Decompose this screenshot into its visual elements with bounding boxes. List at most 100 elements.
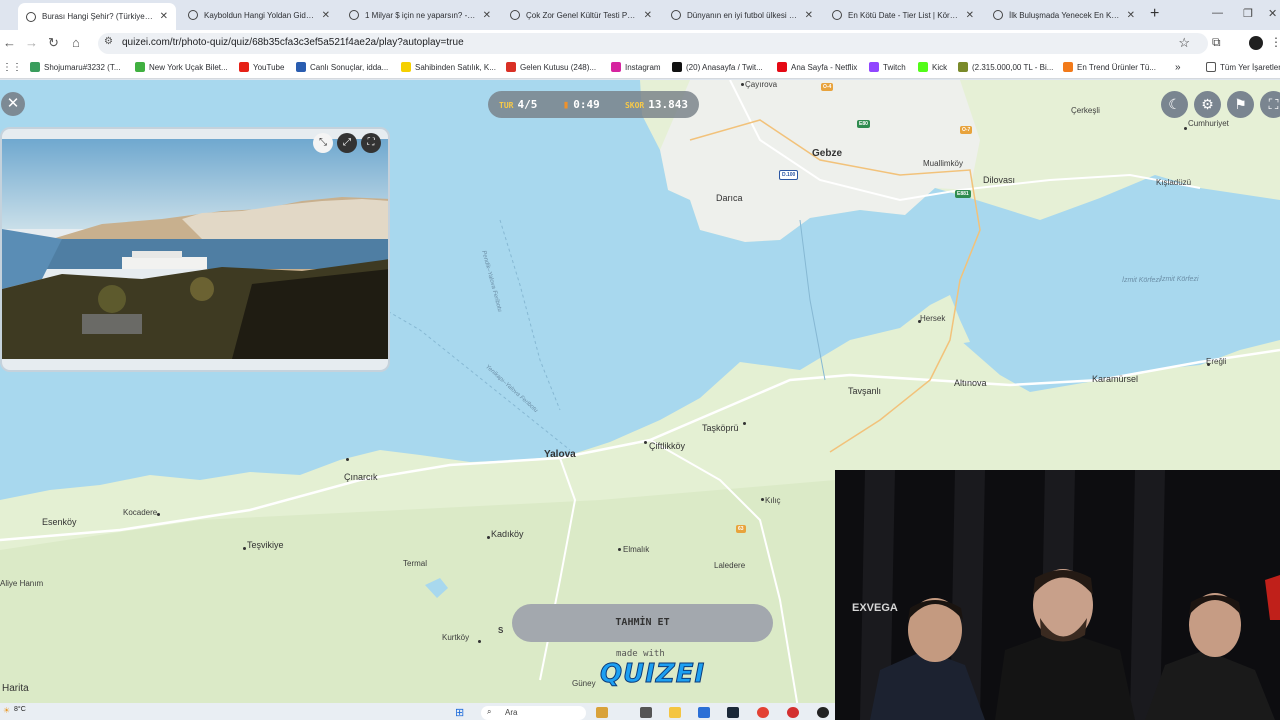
bookmark[interactable]: Twitch — [869, 62, 906, 72]
reload-icon[interactable]: ↻ — [48, 35, 59, 51]
all-bookmarks-folder[interactable]: Tüm Yer İşaretleri — [1206, 62, 1280, 72]
restore-icon[interactable]: ❐ — [1243, 7, 1253, 20]
place-label: Çınarcık — [344, 472, 378, 482]
bookmark-label: Sahibinden Satılık, K... — [415, 62, 496, 72]
close-tab-icon[interactable]: ✕ — [160, 11, 168, 22]
bookmark[interactable]: Canlı Sonuçlar, idda... — [296, 62, 388, 72]
place-label: Taşköprü — [702, 423, 739, 433]
back-icon[interactable]: ← — [3, 35, 16, 50]
exvega-sign: EXVEGA — [852, 602, 898, 614]
collapse-photo-button[interactable]: ⤡ — [313, 133, 333, 153]
task-view-icon[interactable] — [640, 707, 652, 718]
bookmark[interactable]: Shojumaru#3232 (T... — [30, 62, 121, 72]
menu-icon[interactable]: ⋮ — [1270, 35, 1280, 49]
bookmark[interactable]: (2.315.000,00 TL - Bi... — [958, 62, 1053, 72]
dark-mode-button[interactable]: ☾ — [1161, 91, 1188, 118]
bookmark[interactable]: Ana Sayfa - Netflix — [777, 62, 857, 72]
address-bar[interactable]: ⚙ quizei.com/tr/photo-quiz/quiz/68b35cfa… — [98, 33, 1208, 54]
ferry-deck — [132, 251, 182, 258]
url-text[interactable]: quizei.com/tr/photo-quiz/quiz/68b35cfa3c… — [122, 37, 464, 48]
bookmark[interactable]: Sahibinden Satılık, K... — [401, 62, 496, 72]
place-dot — [487, 536, 490, 539]
extensions-icon[interactable]: ⧉ — [1212, 35, 1221, 50]
place-label: Darıca — [716, 193, 743, 203]
tab-active[interactable]: Burası Hangi Şehir? (Türkiye) - Q ✕ — [18, 3, 176, 30]
place-label: Yalova — [544, 449, 576, 460]
forward-icon[interactable]: → — [25, 35, 38, 50]
search-icon: ⌕ — [487, 707, 492, 716]
bookmark[interactable]: New York Uçak Bilet... — [135, 62, 228, 72]
bookmark-label: Shojumaru#3232 (T... — [44, 62, 121, 72]
fullscreen-button[interactable]: ⛶ — [1260, 91, 1280, 118]
close-tab-icon[interactable]: ✕ — [644, 10, 652, 21]
tab-title: İlk Buluşmada Yenecek En Kötü — [1009, 10, 1121, 20]
water-label: İzmit Körfezi — [1122, 277, 1161, 284]
new-tab-button[interactable]: + — [1150, 5, 1159, 23]
minimize-icon[interactable]: — — [1212, 7, 1223, 19]
bookmark[interactable]: YouTube — [239, 62, 284, 72]
weather-widget[interactable]: 8°C — [14, 706, 26, 713]
windows-start-icon[interactable]: ⊞ — [455, 706, 464, 719]
taskbar-app-icon[interactable] — [596, 707, 608, 718]
site-info-icon[interactable]: ⚙ — [104, 36, 113, 47]
close-tab-icon[interactable]: ✕ — [805, 10, 813, 21]
photo-panel[interactable] — [0, 127, 390, 372]
guess-button[interactable]: TAHMİN ET — [512, 604, 773, 642]
bookmark[interactable]: Kick — [918, 62, 947, 72]
close-tab-icon[interactable]: ✕ — [483, 10, 491, 21]
home-icon[interactable]: ⌂ — [72, 35, 80, 50]
place-dot — [1184, 127, 1187, 130]
globe-icon — [349, 10, 359, 20]
taskbar-search[interactable]: Ara — [481, 706, 586, 720]
photo-fullscreen-button[interactable]: ⛶ — [361, 133, 381, 153]
bookmark-label: Gelen Kutusu (248)... — [520, 62, 597, 72]
report-button[interactable]: ⚑ — [1227, 91, 1254, 118]
folder-icon — [1206, 62, 1216, 72]
expand-photo-button[interactable]: ⤢ — [337, 133, 357, 153]
quiz-hud: TUR 4/5 ▮ 0:49 SKOR 13.843 — [488, 91, 699, 118]
place-label: S — [498, 626, 504, 635]
steam-icon[interactable] — [727, 707, 739, 718]
tree — [190, 277, 214, 301]
profile-avatar[interactable] — [1249, 36, 1263, 50]
close-tab-icon[interactable]: ✕ — [1127, 10, 1135, 21]
store-icon[interactable] — [698, 707, 710, 718]
close-quiz-button[interactable]: ✕ — [1, 92, 25, 116]
obs-icon[interactable] — [817, 707, 829, 718]
location-photo[interactable] — [2, 139, 390, 359]
gear-icon: ⚙ — [1201, 96, 1214, 112]
bookmark[interactable]: Gelen Kutusu (248)... — [506, 62, 596, 72]
tab[interactable]: En Kötü Date - Tier List | Kör Sö ✕ — [824, 3, 982, 27]
bookmark-star-icon[interactable]: ☆ — [1178, 35, 1190, 51]
tab[interactable]: Çok Zor Genel Kültür Testi Parti ✕ — [502, 3, 660, 27]
close-tab-icon[interactable]: ✕ — [966, 10, 974, 21]
bookmark[interactable]: Instagram — [611, 62, 661, 72]
round-value: 4/5 — [517, 98, 538, 111]
tab[interactable]: Kayboldun Hangi Yoldan Giders ✕ — [180, 3, 338, 27]
quizei-logo[interactable]: QUIZEI — [599, 659, 705, 690]
file-explorer-icon[interactable] — [669, 707, 681, 718]
tab[interactable]: Dünyanın en iyi futbol ülkesi - C ✕ — [663, 3, 821, 27]
tab[interactable]: 1 Milyar $ için ne yaparsın? - Te ✕ — [341, 3, 499, 27]
globe-icon — [26, 11, 36, 22]
settings-button[interactable]: ⚙ — [1194, 91, 1221, 118]
bookmark[interactable]: En Trend Ürünler Tü... — [1063, 62, 1156, 72]
window-close-icon[interactable]: ✕ — [1268, 7, 1277, 20]
score: SKOR 13.843 — [625, 98, 688, 111]
bookmarks-overflow-button[interactable]: » — [1175, 62, 1181, 73]
place-label: Hersek — [920, 314, 946, 323]
apps-grid-icon[interactable]: ⋮⋮ — [2, 62, 22, 73]
place-label: Kılıç — [765, 496, 781, 505]
place-label: Teşvikiye — [247, 540, 284, 550]
globe-icon — [993, 10, 1003, 20]
fullscreen-icon: ⛶ — [1268, 96, 1279, 112]
bookmark[interactable]: (20) Anasayfa / Twit... — [672, 62, 763, 72]
road-shield: O-7 — [960, 126, 973, 134]
bookmark-favicon — [296, 62, 306, 72]
round-label: TUR — [499, 101, 514, 110]
bookmark-label: Canlı Sonuçlar, idda... — [310, 62, 389, 72]
chrome-icon[interactable] — [757, 707, 769, 718]
close-tab-icon[interactable]: ✕ — [322, 10, 330, 21]
tab[interactable]: İlk Buluşmada Yenecek En Kötü ✕ — [985, 3, 1143, 27]
opera-icon[interactable] — [787, 707, 799, 718]
